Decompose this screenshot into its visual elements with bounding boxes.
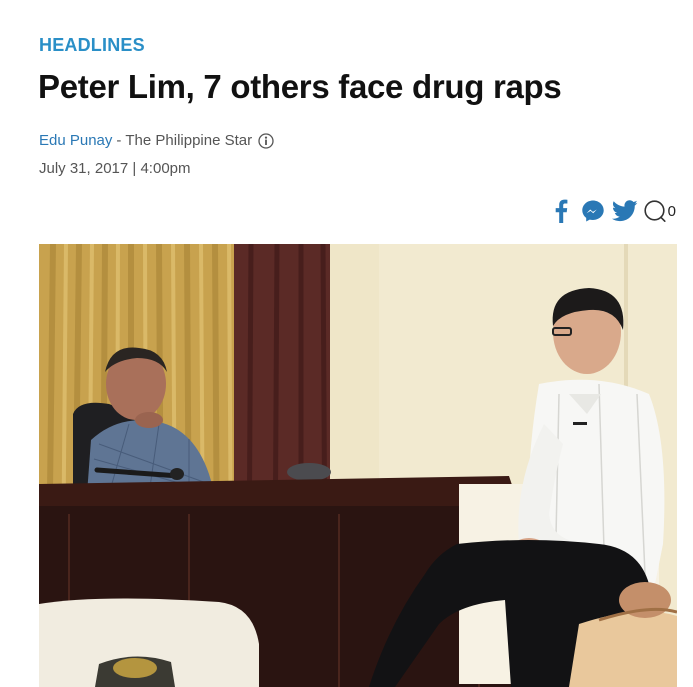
publish-date: July 31, 2017 | 4:00pm	[39, 160, 191, 177]
article-hero-photo	[39, 244, 677, 687]
article-page: HEADLINES Peter Lim, 7 others face drug …	[0, 0, 693, 687]
twitter-icon[interactable]	[609, 198, 641, 224]
messenger-icon[interactable]	[577, 198, 609, 224]
facebook-icon[interactable]	[545, 198, 577, 224]
author-link[interactable]: Edu Punay	[39, 132, 112, 149]
section-label-link[interactable]: HEADLINES	[39, 35, 145, 56]
comment-count: 0	[667, 202, 676, 220]
comment-icon	[644, 200, 666, 222]
comment-button[interactable]: 0	[643, 199, 676, 223]
article-title: Peter Lim, 7 others face drug raps	[38, 68, 562, 105]
publication-name: The Philippine Star	[125, 132, 253, 149]
byline-separator: -	[116, 132, 122, 149]
share-bar: 0	[545, 198, 676, 224]
info-icon[interactable]	[258, 132, 274, 149]
byline: Edu Punay - The Philippine Star	[39, 132, 274, 149]
